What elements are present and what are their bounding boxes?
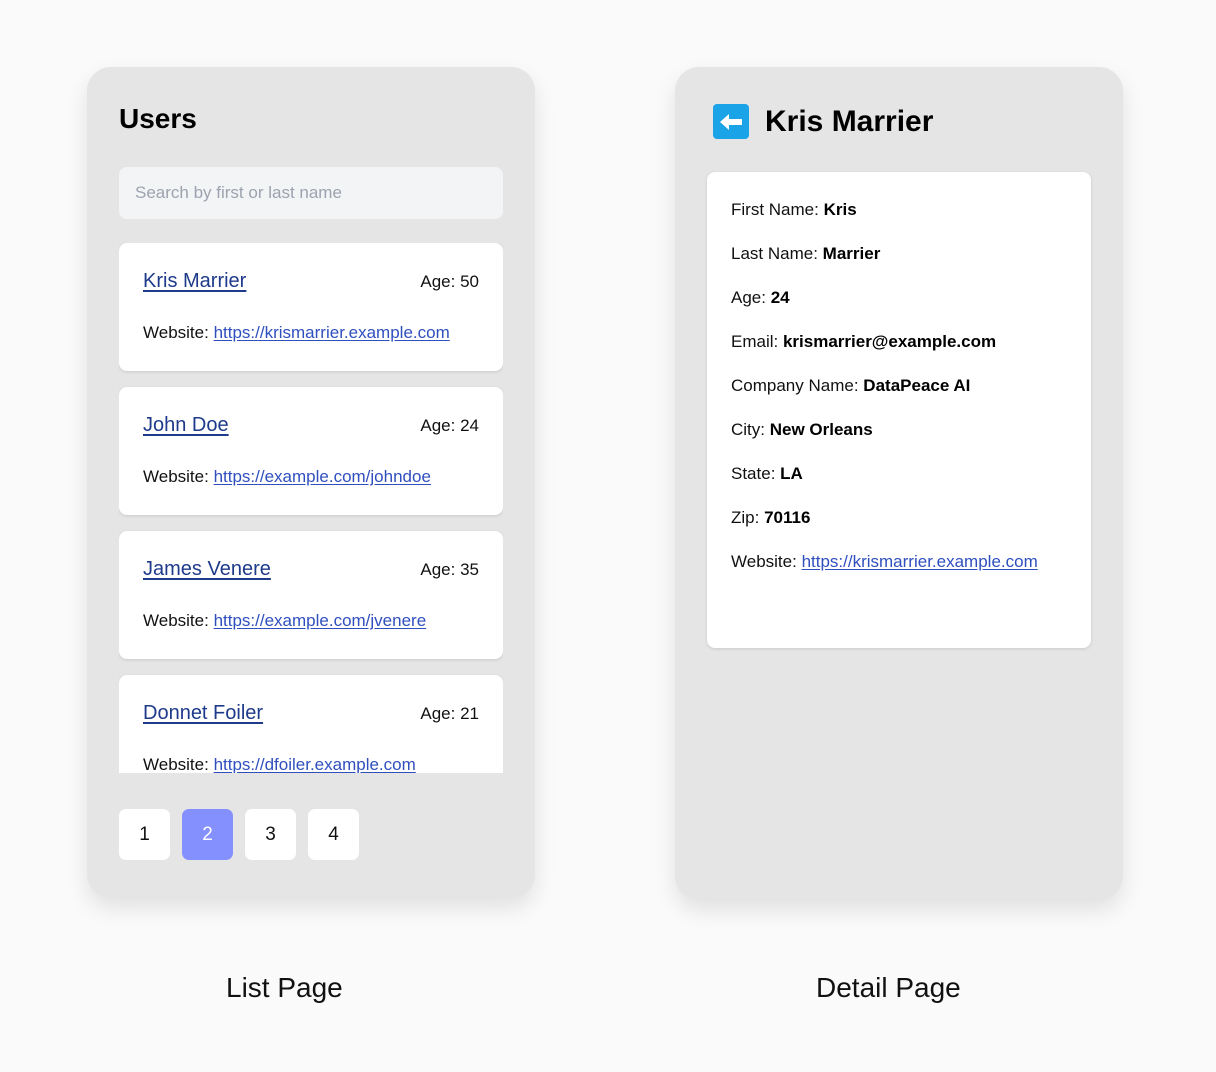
website-label: Website: <box>143 467 209 486</box>
user-website: Website: https://example.com/jvenere <box>143 611 426 631</box>
field-value: krismarrier@example.com <box>782 332 997 351</box>
field-label: Age: <box>731 288 766 307</box>
field-website: Website: https://krismarrier.example.com <box>731 552 1038 572</box>
list-page-caption: List Page <box>226 972 343 1003</box>
page-button-2[interactable]: 2 <box>182 809 233 860</box>
field-label: City: <box>731 420 765 439</box>
page-button-1[interactable]: 1 <box>119 809 170 860</box>
field-email: Email: krismarrier@example.com <box>731 332 996 352</box>
page-button-4[interactable]: 4 <box>308 809 359 860</box>
user-card: James Venere Age: 35 Website: https://ex… <box>119 531 503 659</box>
field-label: Email: <box>731 332 779 351</box>
website-link[interactable]: https://example.com/jvenere <box>214 611 427 630</box>
list-page-panel: Users Kris Marrier Age: 50 Website: http… <box>87 67 535 898</box>
field-label: First Name: <box>731 200 819 219</box>
field-state: State: LA <box>731 464 803 484</box>
detail-page-panel: Kris Marrier First Name: Kris Last Name:… <box>675 67 1123 900</box>
user-name-link[interactable]: John Doe <box>143 414 229 437</box>
field-label: Zip: <box>731 508 760 527</box>
field-age: Age: 24 <box>731 288 790 308</box>
user-age: Age: 35 <box>420 560 479 579</box>
website-link[interactable]: https://dfoiler.example.com <box>214 755 416 773</box>
user-name-link[interactable]: Kris Marrier <box>143 270 246 293</box>
website-link[interactable]: https://krismarrier.example.com <box>214 323 450 342</box>
page-button-3[interactable]: 3 <box>245 809 296 860</box>
website-label: Website: <box>143 611 209 630</box>
website-label: Website: <box>143 755 209 773</box>
user-age: Age: 24 <box>420 416 479 435</box>
search-input[interactable] <box>119 167 503 219</box>
field-value: DataPeace AI <box>863 376 971 395</box>
detail-title: Kris Marrier <box>765 105 934 138</box>
field-value: LA <box>780 464 803 483</box>
user-list[interactable]: Kris Marrier Age: 50 Website: https://kr… <box>119 243 503 773</box>
user-card: Kris Marrier Age: 50 Website: https://kr… <box>119 243 503 371</box>
field-label: State: <box>731 464 776 483</box>
website-link[interactable]: https://krismarrier.example.com <box>802 552 1038 571</box>
page-title: Users <box>119 103 197 134</box>
field-value: Marrier <box>822 244 881 263</box>
website-label: Website: <box>143 323 209 342</box>
user-card: John Doe Age: 24 Website: https://exampl… <box>119 387 503 515</box>
user-website: Website: https://krismarrier.example.com <box>143 323 450 343</box>
field-value: 70116 <box>764 508 811 527</box>
pagination: 1 2 3 4 <box>119 809 359 860</box>
arrow-left-icon <box>720 113 742 130</box>
field-value: Kris <box>823 200 857 219</box>
field-zip: Zip: 70116 <box>731 508 810 528</box>
user-name-link[interactable]: Donnet Foiler <box>143 702 263 725</box>
user-website: Website: https://example.com/johndoe <box>143 467 431 487</box>
website-link[interactable]: https://example.com/johndoe <box>214 467 431 486</box>
back-button[interactable] <box>713 104 749 139</box>
user-website: Website: https://dfoiler.example.com <box>143 755 416 773</box>
detail-page-caption: Detail Page <box>816 972 961 1003</box>
detail-card: First Name: Kris Last Name: Marrier Age:… <box>707 172 1091 648</box>
field-city: City: New Orleans <box>731 420 873 440</box>
field-first-name: First Name: Kris <box>731 200 857 220</box>
field-value: New Orleans <box>769 420 873 439</box>
field-label: Website: <box>731 552 797 571</box>
user-age: Age: 50 <box>420 272 479 291</box>
user-age: Age: 21 <box>420 704 479 723</box>
field-label: Company Name: <box>731 376 859 395</box>
field-value: 24 <box>770 288 790 307</box>
field-label: Last Name: <box>731 244 818 263</box>
user-name-link[interactable]: James Venere <box>143 558 271 581</box>
field-last-name: Last Name: Marrier <box>731 244 880 264</box>
field-company-name: Company Name: DataPeace AI <box>731 376 970 396</box>
user-card: Donnet Foiler Age: 21 Website: https://d… <box>119 675 503 773</box>
